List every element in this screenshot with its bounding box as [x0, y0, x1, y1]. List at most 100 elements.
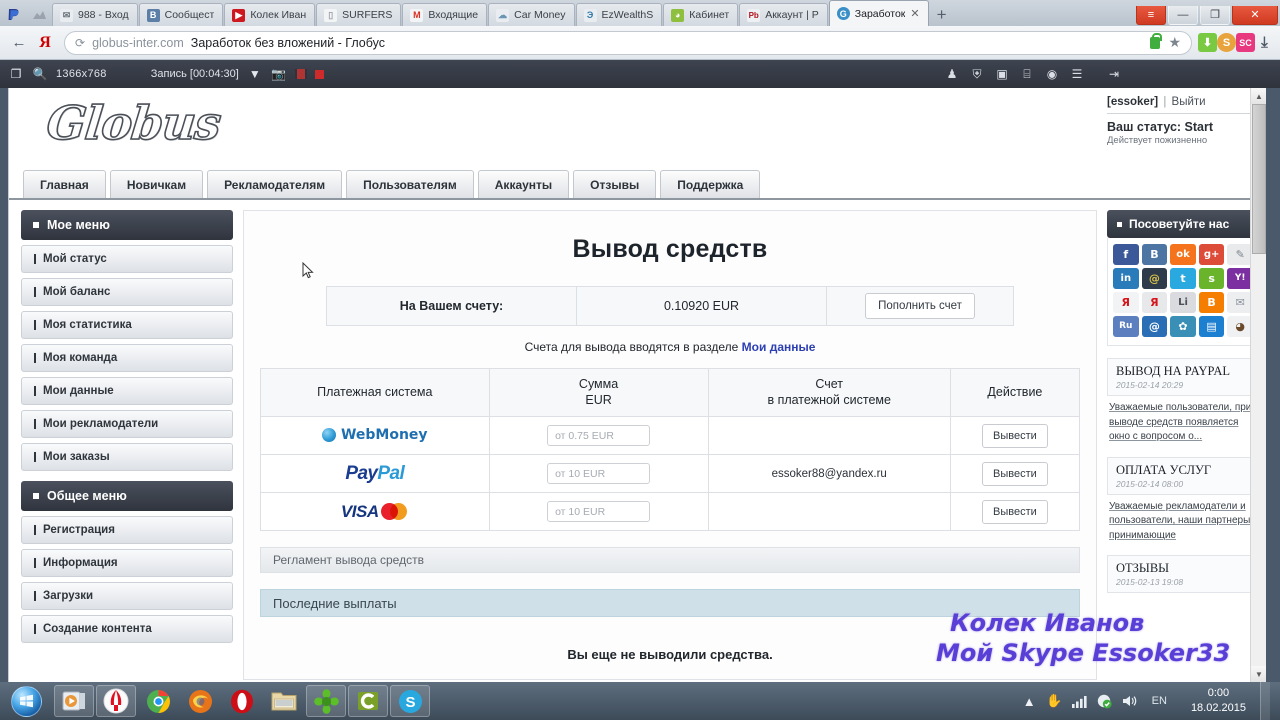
page-scrollbar[interactable]: ▲ ▼	[1250, 88, 1266, 682]
withdraw-button-card[interactable]: Вывести	[982, 499, 1048, 524]
withdraw-button-webmoney[interactable]: Вывести	[982, 423, 1048, 448]
minimize-button[interactable]: —	[1168, 5, 1198, 25]
browser-menu-button[interactable]: ≡	[1136, 5, 1166, 25]
shield-icon[interactable]: ⛨	[969, 66, 985, 82]
new-tab-button[interactable]: +	[930, 4, 954, 26]
sidebar-item-registration[interactable]: Регистрация	[21, 516, 233, 544]
tab-6[interactable]: Э EzWealthS	[575, 3, 663, 26]
network-signal-icon[interactable]	[1071, 693, 1088, 710]
amount-input-webmoney[interactable]: от 0.75 EUR	[547, 425, 651, 446]
nav-item-advertisers[interactable]: Рекламодателям	[207, 170, 343, 198]
camera-icon[interactable]: 📷	[271, 66, 287, 82]
tab-1[interactable]: B Сообщест	[138, 3, 224, 26]
livejournal-icon[interactable]: @	[1141, 268, 1168, 289]
liveinternet-li-icon[interactable]: Li	[1170, 292, 1196, 313]
clock[interactable]: 0:00 18.02.2015	[1181, 686, 1252, 716]
taskbar-firefox-icon[interactable]	[180, 685, 220, 717]
taskbar-skype-icon[interactable]: S	[390, 685, 430, 717]
scrollbar-thumb[interactable]	[1252, 104, 1266, 254]
paypal-pinned-tab-icon[interactable]	[0, 2, 26, 26]
url-input[interactable]: ⟳ globus-inter.com Заработок без вложени…	[64, 30, 1192, 55]
globe-icon[interactable]: ◉	[1044, 66, 1060, 82]
sidebar-item-my-orders[interactable]: Мои заказы	[21, 443, 233, 471]
taskbar-opera-icon[interactable]	[222, 685, 262, 717]
nav-item-beginners[interactable]: Новичкам	[109, 170, 204, 198]
tab-4[interactable]: M Входящие	[402, 3, 488, 26]
linkedin-icon[interactable]: in	[1113, 268, 1139, 289]
yandex-home-icon[interactable]: Я	[32, 30, 58, 56]
stop-record-icon[interactable]	[314, 69, 324, 79]
sidebar-item-my-team[interactable]: Моя команда	[21, 344, 233, 372]
close-icon[interactable]: ✕	[910, 7, 919, 20]
close-window-button[interactable]: ✕	[1232, 5, 1278, 25]
taskbar-yandex-browser-icon[interactable]	[96, 685, 136, 717]
nav-item-home[interactable]: Главная	[23, 170, 106, 198]
sidebar-item-content-creation[interactable]: Создание контента	[21, 615, 233, 643]
sidebar-item-my-status[interactable]: Мой статус	[21, 245, 233, 273]
odnoklassniki-icon[interactable]: ok	[1170, 244, 1196, 265]
tab-8[interactable]: Pb Аккаунт | P	[739, 3, 828, 26]
tab-0[interactable]: ✉ 988 - Вход	[52, 3, 138, 26]
scroll-up-icon[interactable]: ▲	[1251, 88, 1266, 104]
withdraw-button-paypal[interactable]: Вывести	[982, 461, 1048, 486]
monitor-icon[interactable]: ▣	[994, 66, 1010, 82]
logout-link[interactable]: Выйти	[1172, 96, 1206, 108]
scroll-down-icon[interactable]: ▼	[1251, 666, 1266, 682]
volume-icon[interactable]	[1121, 693, 1138, 710]
news-title[interactable]: ОТЗЫВЫ	[1116, 561, 1251, 576]
news-text[interactable]: Уважаемые пользователи, при выводе средс…	[1107, 396, 1259, 445]
hand-icon[interactable]: ✋	[1046, 693, 1063, 710]
start-button[interactable]	[4, 684, 48, 718]
yandex-icon[interactable]: Я	[1113, 292, 1139, 313]
show-desktop-button[interactable]	[1260, 682, 1270, 720]
taskbar-media-player-icon[interactable]	[54, 685, 94, 717]
back-icon[interactable]: ←	[6, 30, 32, 56]
pause-icon[interactable]	[294, 69, 307, 79]
recent-payouts-panel[interactable]: Последние выплаты	[260, 589, 1080, 617]
language-indicator[interactable]: EN	[1146, 695, 1173, 707]
nav-item-users[interactable]: Пользователям	[346, 170, 474, 198]
taskbar-icq-icon[interactable]	[306, 685, 346, 717]
download-icon[interactable]: ⬇	[1198, 33, 1217, 52]
webmoney-icon[interactable]: Ru	[1113, 316, 1139, 337]
tab-2[interactable]: ▶ Колек Иван	[224, 3, 316, 26]
site-logo[interactable]: Globus	[43, 95, 223, 151]
window-icon[interactable]: ❐	[8, 66, 24, 82]
security-icon[interactable]	[1096, 693, 1113, 710]
sc-extension-icon[interactable]: SC	[1236, 33, 1255, 52]
sidebar-item-information[interactable]: Информация	[21, 549, 233, 577]
downloads-icon[interactable]: ⤓	[1255, 33, 1274, 52]
sidebar-item-my-data[interactable]: Мои данные	[21, 377, 233, 405]
chevron-down-icon[interactable]: ▼	[247, 66, 263, 82]
topup-button[interactable]: Пополнить счет	[865, 293, 975, 319]
exit-icon[interactable]: ⇥	[1106, 66, 1122, 82]
sidebar-item-my-balance[interactable]: Мой баланс	[21, 278, 233, 306]
sidebar-item-my-advertisers[interactable]: Мои рекламодатели	[21, 410, 233, 438]
user-icon[interactable]: ♟	[944, 66, 960, 82]
news-title[interactable]: ОПЛАТА УСЛУГ	[1116, 463, 1251, 478]
google-plus-icon[interactable]: g+	[1198, 244, 1225, 265]
mail-ru-icon[interactable]: @	[1141, 316, 1168, 337]
blogger-icon[interactable]: B	[1198, 292, 1225, 313]
surfingbird-icon[interactable]: s	[1198, 268, 1225, 289]
rules-panel[interactable]: Регламент вывода средств	[260, 547, 1080, 573]
news-title[interactable]: ВЫВОД НА PAYPAL	[1116, 364, 1251, 379]
tray-expand-icon[interactable]: ▲	[1021, 693, 1038, 710]
taskbar-chrome-icon[interactable]	[138, 685, 178, 717]
sidebar-item-downloads[interactable]: Загрузки	[21, 582, 233, 610]
notebook-icon[interactable]: ☰	[1069, 66, 1085, 82]
squares-icon[interactable]: ▤	[1198, 316, 1225, 337]
vk-icon[interactable]: B	[1141, 244, 1168, 265]
tab-3[interactable]: ▯ SURFERS	[316, 3, 402, 26]
amount-input-paypal[interactable]: от 10 EUR	[547, 463, 651, 484]
amount-input-card[interactable]: от 10 EUR	[547, 501, 651, 522]
money-extension-icon[interactable]: S	[1217, 33, 1236, 52]
nav-item-accounts[interactable]: Аккаунты	[477, 170, 570, 198]
bookmark-star-icon[interactable]: ★	[1168, 34, 1181, 51]
calculator-icon[interactable]: ⌸	[1019, 66, 1035, 82]
tab-5[interactable]: ☁ Car Money	[488, 3, 575, 26]
news-text[interactable]: Уважаемые рекламодатели и пользователи, …	[1107, 495, 1259, 544]
twitter-icon[interactable]: t	[1170, 268, 1196, 289]
taskbar-folder-icon[interactable]	[264, 685, 304, 717]
facebook-icon[interactable]: f	[1113, 244, 1139, 265]
